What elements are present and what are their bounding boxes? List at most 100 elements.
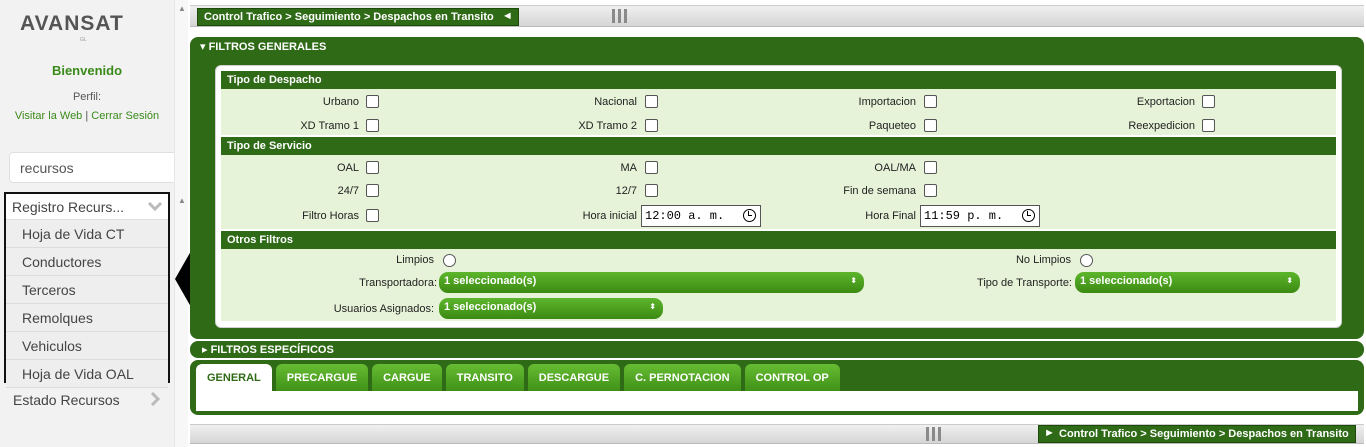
menu-item-remolques[interactable]: Remolques	[6, 304, 168, 332]
filtros-especificos-toggle[interactable]: ▸ FILTROS ESPECÍFICOS	[190, 341, 1364, 358]
checkbox-fin-semana[interactable]	[924, 184, 937, 197]
label-usuarios-asignados: Usuarios Asignados:	[333, 303, 434, 315]
breadcrumb[interactable]: Control Trafico > Seguimiento > Despacho…	[197, 8, 519, 26]
menu-item-hoja-vida-oal[interactable]: Hoja de Vida OAL	[6, 360, 168, 388]
logo-subtext: GL	[80, 37, 87, 43]
filtros-generales-title[interactable]: ▾ FILTROS GENERALES	[200, 40, 326, 53]
label-urbano: Urbano	[322, 96, 359, 108]
menu-group-label: Estado Recursos	[13, 392, 120, 408]
section-title-tipo-despacho: Tipo de Despacho	[221, 71, 1336, 89]
section-body-tipo-servicio	[221, 155, 1336, 229]
label-12-7: 12/7	[615, 185, 637, 197]
transportadora-select[interactable]: 1 seleccionado(s) ⬍	[439, 272, 864, 293]
tab-cargue[interactable]: CARGUE	[372, 364, 442, 392]
checkbox-exportacion[interactable]	[1202, 95, 1215, 108]
label-hora-inicial: Hora inicial	[582, 210, 637, 222]
menu-group-label: Registro Recurs...	[12, 198, 125, 215]
label-xd-tramo-1: XD Tramo 1	[300, 120, 359, 132]
link-separator: |	[82, 110, 92, 122]
label-tipo-transporte: Tipo de Transporte:	[977, 277, 1072, 289]
resize-grip-icon[interactable]	[604, 7, 634, 25]
profile-label: Perfil:	[72, 91, 102, 103]
tab-descargue[interactable]: DESCARGUE	[527, 364, 621, 392]
checkbox-filtro-horas[interactable]	[366, 209, 379, 222]
label-24-7: 24/7	[337, 185, 359, 197]
menu-item-terceros[interactable]: Terceros	[6, 276, 168, 304]
clock-icon[interactable]	[743, 209, 756, 222]
tipo-transporte-select[interactable]: 1 seleccionado(s) ⬍	[1075, 272, 1300, 293]
logout-link[interactable]: Cerrar Sesión	[91, 110, 159, 122]
tab-precargue[interactable]: PRECARGUE	[275, 364, 369, 392]
tabs-panel: GENERAL PRECARGUE CARGUE TRANSITO DESCAR…	[190, 360, 1364, 415]
chevron-right-icon	[150, 391, 161, 409]
select-arrows-icon: ⬍	[850, 276, 857, 285]
tipo-transporte-value: 1 seleccionado(s)	[1080, 275, 1173, 287]
radio-no-limpios[interactable]	[1080, 254, 1093, 267]
tab-bar: GENERAL PRECARGUE CARGUE TRANSITO DESCAR…	[196, 364, 840, 392]
label-transportadora: Transportadora:	[359, 277, 437, 289]
checkbox-12-7[interactable]	[645, 184, 658, 197]
label-xd-tramo-2: XD Tramo 2	[578, 120, 637, 132]
select-arrows-icon: ⬍	[649, 302, 656, 311]
menu-item-conductores[interactable]: Conductores	[6, 248, 168, 276]
checkbox-paqueteo[interactable]	[924, 119, 937, 132]
checkbox-oal[interactable]	[366, 161, 379, 174]
label-exportacion: Exportacion	[1136, 96, 1195, 108]
scroll-up-icon[interactable]: ▲	[178, 4, 186, 13]
logo: AVANSAT GL	[20, 12, 160, 43]
tab-control-op[interactable]: CONTROL OP	[744, 364, 840, 392]
label-limpios: Limpios	[396, 254, 434, 266]
checkbox-xd-tramo-2[interactable]	[645, 119, 658, 132]
clock-icon[interactable]	[1022, 209, 1035, 222]
label-oal-ma: OAL/MA	[874, 162, 916, 174]
hora-inicial-input[interactable]: 12:00 a. m.	[641, 205, 761, 227]
checkbox-oal-ma[interactable]	[924, 161, 937, 174]
tab-c-pernotacion[interactable]: C. PERNOTACION	[624, 364, 741, 392]
hora-final-input[interactable]: 11:59 p. m.	[920, 205, 1040, 227]
sidebar: AVANSAT GL Bienvenido Perfil: Visitar la…	[0, 0, 180, 447]
logo-text: AVANSAT	[20, 12, 124, 35]
checkbox-reexpedicion[interactable]	[1202, 119, 1215, 132]
label-filtro-horas: Filtro Horas	[302, 210, 359, 222]
menu-group-header[interactable]: Registro Recurs...	[6, 194, 168, 220]
checkbox-24-7[interactable]	[366, 184, 379, 197]
breadcrumb-text: Control Trafico > Seguimiento > Despacho…	[1059, 428, 1349, 440]
menu-search-input[interactable]	[9, 152, 180, 183]
sidebar-links: Visitar la Web | Cerrar Sesión	[0, 110, 174, 122]
label-reexpedicion: Reexpedicion	[1128, 120, 1195, 132]
menu-group-registro-recursos: Registro Recurs... Hoja de Vida CT Condu…	[4, 192, 170, 388]
label-oal: OAL	[336, 162, 359, 174]
menu-item-vehiculos[interactable]: Vehiculos	[6, 332, 168, 360]
usuarios-asignados-select[interactable]: 1 seleccionado(s) ⬍	[439, 298, 663, 319]
label-nacional: Nacional	[594, 96, 637, 108]
checkbox-xd-tramo-1[interactable]	[366, 119, 379, 132]
label-importacion: Importacion	[858, 96, 916, 108]
chevron-down-icon	[147, 200, 163, 214]
radio-limpios[interactable]	[443, 254, 456, 267]
checkbox-urbano[interactable]	[366, 95, 379, 108]
label-hora-final: Hora Final	[865, 210, 916, 222]
label-no-limpios: No Limpios	[1015, 254, 1071, 266]
checkbox-nacional[interactable]	[645, 95, 658, 108]
menu-item-hoja-vida-ct[interactable]: Hoja de Vida CT	[6, 220, 168, 248]
section-title-tipo-servicio: Tipo de Servicio	[221, 137, 1336, 155]
scroll-up-icon[interactable]: ▲	[178, 196, 186, 205]
menu-group-estado-recursos[interactable]: Estado Recursos	[4, 388, 170, 412]
expand-right-icon[interactable]: ►	[1044, 427, 1055, 439]
sidebar-scrollbar[interactable]: ▲ ▲	[174, 0, 188, 447]
label-fin-semana: Fin de semana	[843, 185, 916, 197]
breadcrumb-bottom[interactable]: ► Control Trafico > Seguimiento > Despac…	[1038, 425, 1356, 443]
checkbox-importacion[interactable]	[924, 95, 937, 108]
hora-final-value: 11:59 p. m.	[924, 209, 1004, 223]
visit-web-link[interactable]: Visitar la Web	[15, 110, 82, 122]
tab-transito[interactable]: TRANSITO	[445, 364, 524, 392]
checkbox-ma[interactable]	[645, 161, 658, 174]
welcome-text: Bienvenido	[51, 63, 123, 78]
collapse-left-icon[interactable]: ◄	[502, 10, 513, 22]
label-paqueteo: Paqueteo	[868, 120, 916, 132]
select-arrows-icon: ⬍	[1286, 276, 1293, 285]
resize-grip-icon[interactable]	[918, 425, 948, 443]
transportadora-value: 1 seleccionado(s)	[444, 275, 537, 287]
tab-general[interactable]: GENERAL	[196, 364, 272, 392]
hora-inicial-value: 12:00 a. m.	[645, 209, 725, 223]
